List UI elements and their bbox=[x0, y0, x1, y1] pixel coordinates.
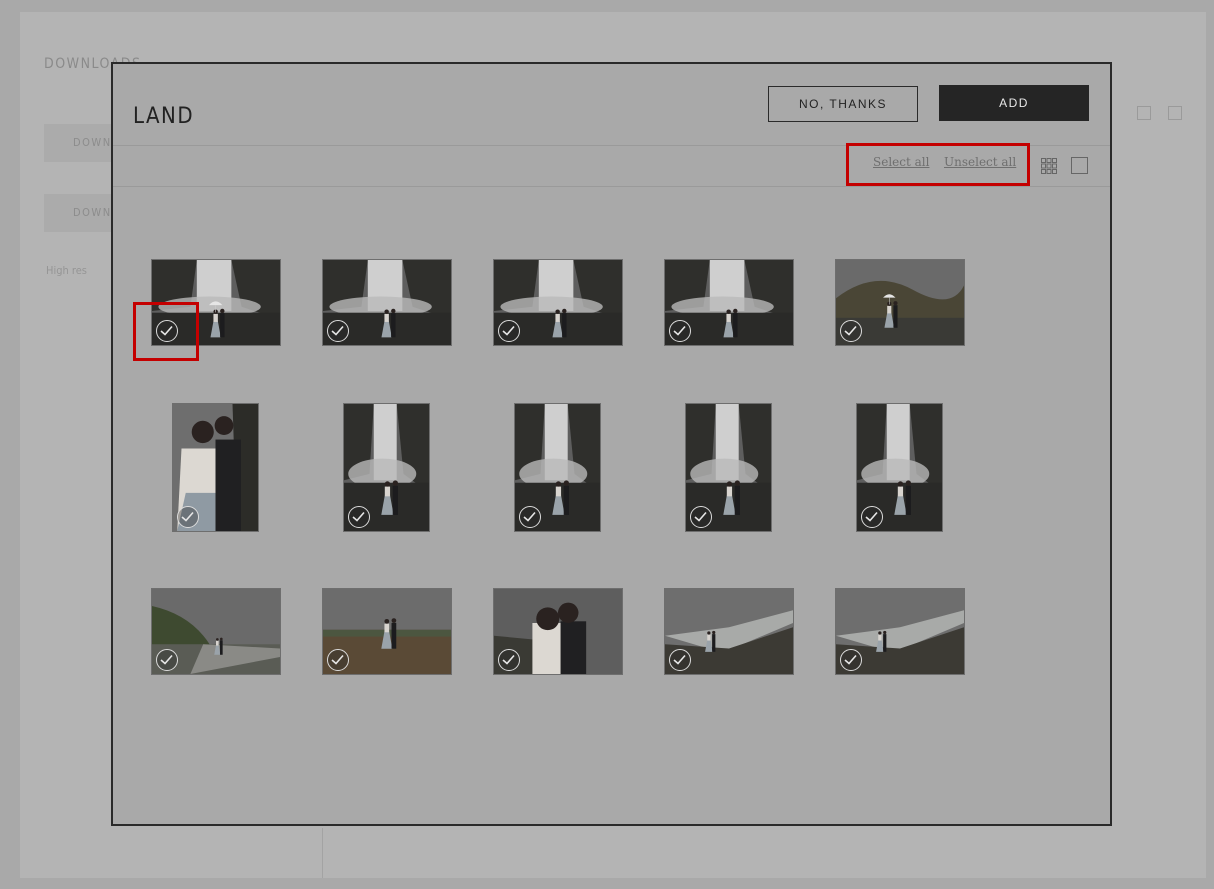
unselect-all-link[interactable]: Unselect all bbox=[944, 155, 1016, 169]
photo-thumbnail[interactable] bbox=[664, 588, 794, 675]
check-icon[interactable] bbox=[498, 649, 520, 671]
select-all-link[interactable]: Select all bbox=[873, 155, 929, 169]
check-icon[interactable] bbox=[861, 506, 883, 528]
check-icon[interactable] bbox=[498, 320, 520, 342]
check-icon[interactable] bbox=[690, 506, 712, 528]
photo-thumbnail[interactable] bbox=[493, 588, 623, 675]
check-icon[interactable] bbox=[840, 320, 862, 342]
photo-thumbnail[interactable] bbox=[685, 403, 772, 532]
check-icon[interactable] bbox=[327, 320, 349, 342]
photo-thumbnail[interactable] bbox=[493, 259, 623, 346]
photo-thumbnail[interactable] bbox=[322, 588, 452, 675]
photo-thumbnail[interactable] bbox=[151, 588, 281, 675]
selection-toolbar: Select all Unselect all bbox=[113, 143, 1110, 187]
single-view-icon[interactable] bbox=[1071, 157, 1088, 174]
background-note: High res bbox=[46, 264, 87, 277]
modal-title: LAND bbox=[133, 104, 195, 129]
check-icon[interactable] bbox=[327, 649, 349, 671]
grid-view-icon[interactable] bbox=[1041, 158, 1057, 174]
no-thanks-button[interactable]: NO, THANKS bbox=[768, 86, 918, 122]
check-icon[interactable] bbox=[177, 506, 199, 528]
photo-thumbnail[interactable] bbox=[856, 403, 943, 532]
photo-thumbnail[interactable] bbox=[172, 403, 259, 532]
check-icon[interactable] bbox=[156, 649, 178, 671]
photo-thumbnail[interactable] bbox=[835, 259, 965, 346]
checkbox-highlight bbox=[133, 302, 199, 361]
photo-thumbnail[interactable] bbox=[664, 259, 794, 346]
photo-thumbnail[interactable] bbox=[343, 403, 430, 532]
check-icon[interactable] bbox=[669, 649, 691, 671]
photo-thumbnail[interactable] bbox=[322, 259, 452, 346]
photo-thumbnail[interactable] bbox=[835, 588, 965, 675]
selection-links-highlight: Select all Unselect all bbox=[846, 143, 1030, 186]
background-single-icon bbox=[1168, 106, 1182, 120]
check-icon[interactable] bbox=[519, 506, 541, 528]
check-icon[interactable] bbox=[669, 320, 691, 342]
check-icon[interactable] bbox=[840, 649, 862, 671]
background-grid-icon bbox=[1137, 106, 1151, 120]
add-photos-modal: LAND NO, THANKS ADD Select all Unselect … bbox=[111, 62, 1112, 826]
add-button[interactable]: ADD bbox=[939, 85, 1089, 121]
check-icon[interactable] bbox=[348, 506, 370, 528]
background-divider bbox=[322, 828, 323, 878]
photo-thumbnail[interactable] bbox=[514, 403, 601, 532]
